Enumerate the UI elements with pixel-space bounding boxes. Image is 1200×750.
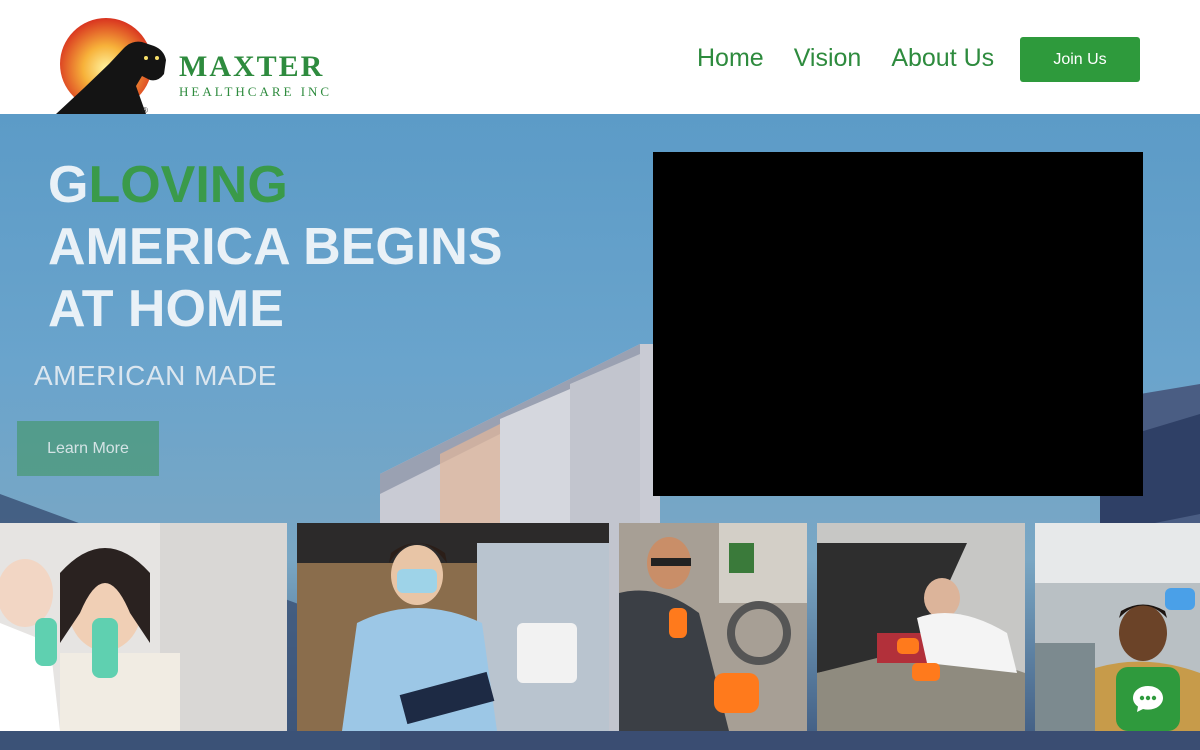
- logo[interactable]: ® MAXTER HEALTHCARE INC: [54, 16, 354, 114]
- join-us-button[interactable]: Join Us: [1020, 37, 1140, 82]
- headline-line-2: AMERICA BEGINS: [48, 218, 503, 276]
- chat-button[interactable]: [1116, 667, 1180, 731]
- chat-icon: [1133, 686, 1163, 712]
- hero-subline: AMERICAN MADE: [34, 360, 277, 391]
- mechanic-photo: [619, 523, 807, 731]
- learn-more-button[interactable]: Learn More: [17, 421, 159, 476]
- video-player[interactable]: [653, 152, 1143, 496]
- panther-sun-icon: ®: [56, 18, 166, 114]
- logo-tagline: HEALTHCARE INC: [179, 84, 333, 99]
- nurse-photo: [297, 523, 609, 731]
- nav-about-us[interactable]: About Us: [891, 44, 994, 73]
- main-nav: Home Vision About Us: [697, 44, 994, 73]
- site-header: ® MAXTER HEALTHCARE INC Home Vision Abou…: [0, 0, 1200, 114]
- logo-text: MAXTER HEALTHCARE INC: [179, 52, 332, 100]
- headline-g: G: [48, 156, 89, 214]
- hero-section: GLOVING AMERICA BEGINS AT HOME AMERICAN …: [0, 114, 1200, 750]
- headline-loving: LOVING: [88, 156, 288, 214]
- headline-line-3: AT HOME: [48, 280, 284, 338]
- car-repair-photo: [817, 523, 1025, 731]
- nav-home[interactable]: Home: [697, 44, 764, 73]
- svg-text:®: ®: [142, 106, 148, 114]
- dentist-photo: [0, 523, 287, 731]
- logo-name: MAXTER: [179, 50, 325, 83]
- nav-vision[interactable]: Vision: [794, 44, 862, 73]
- hero-headline: GLOVING AMERICA BEGINS AT HOME: [48, 154, 503, 340]
